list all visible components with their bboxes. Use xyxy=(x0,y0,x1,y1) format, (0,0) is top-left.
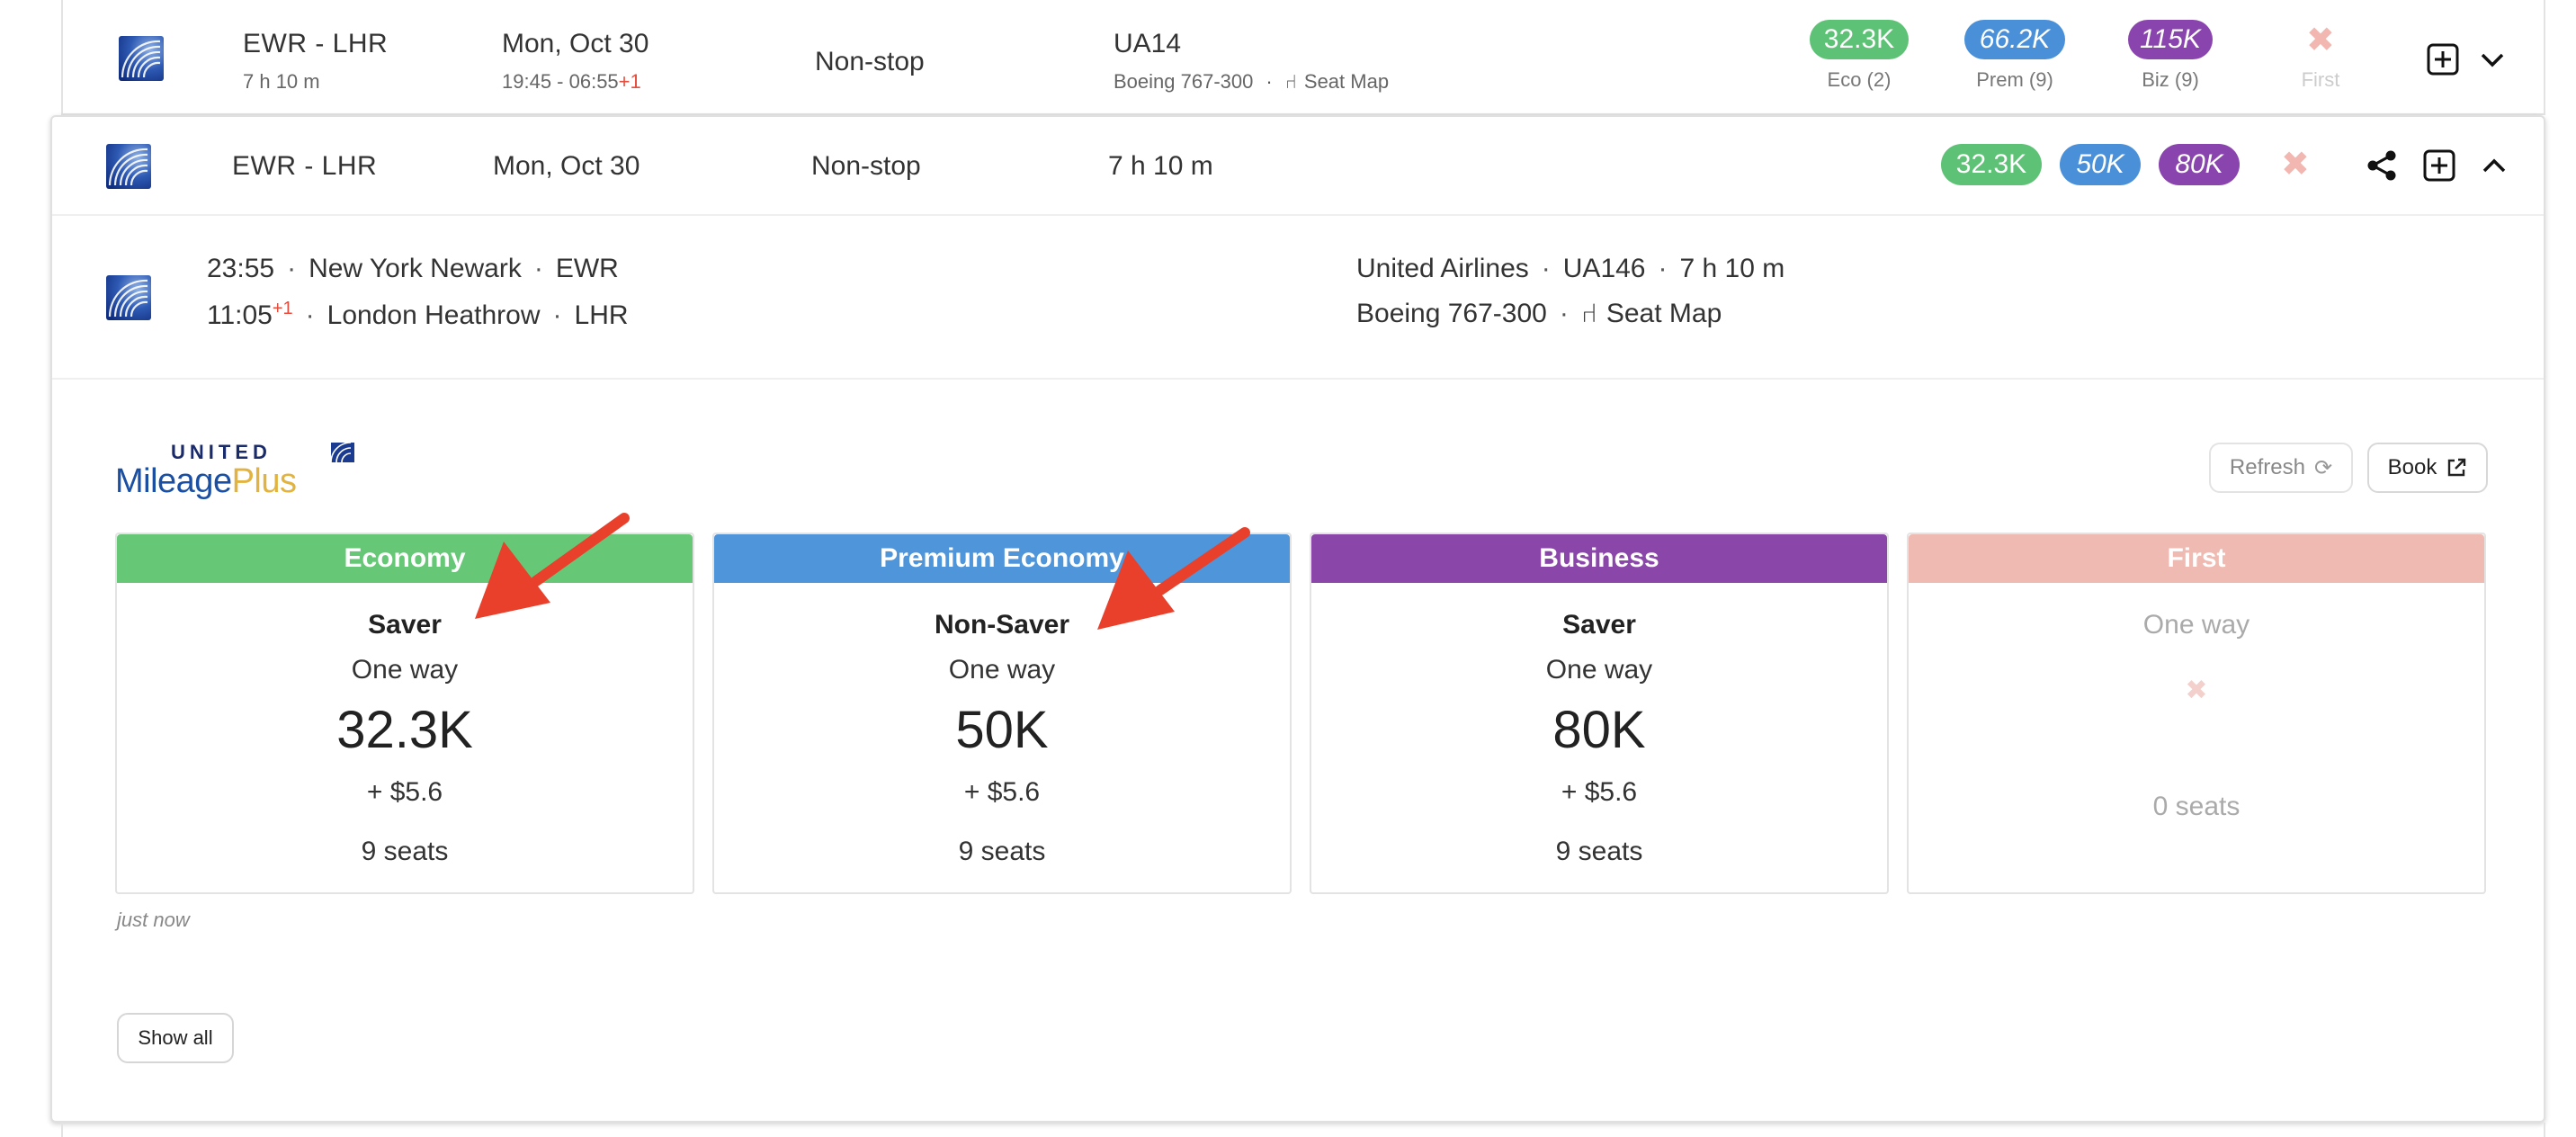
cabin-header: First xyxy=(1909,534,2484,583)
cabin-header: Economy xyxy=(117,534,693,583)
arrival-day-offset: +1 xyxy=(272,299,293,318)
fare-card-premium-economy[interactable]: Premium Economy Non-Saver One way 50K + … xyxy=(712,533,1292,894)
eco-caption: Eco (2) xyxy=(1827,68,1892,91)
tax-value: + $5.6 xyxy=(963,777,1041,807)
date-label: Mon, Oct 30 xyxy=(502,29,649,58)
prem-fare-pill[interactable]: 66.2K xyxy=(1964,20,2065,59)
seat-map-link[interactable]: Seat Map xyxy=(1304,70,1389,94)
seat-map-link[interactable]: Seat Map xyxy=(1606,299,1722,328)
airline-name: United Airlines xyxy=(1356,254,1529,283)
aircraft-line: Boeing 767-300 · ⑁ Seat Map xyxy=(1356,299,1722,328)
flight-segment: 23:55 · New York Newark · EWR 11:05+1 · London… xyxy=(52,216,2544,380)
first-caption: First xyxy=(2301,68,2340,91)
flight-row-ua14[interactable]: EWR - LHR 7 h 10 m Mon, Oct 30 19:45 - 0… xyxy=(61,0,2545,115)
miles-value: 80K xyxy=(1552,701,1646,759)
seats-available: 0 seats xyxy=(2152,792,2241,821)
miles-value: 32.3K xyxy=(336,701,473,759)
chevron-up-icon[interactable] xyxy=(2479,149,2509,182)
tax-value: + $5.6 xyxy=(1561,777,1638,807)
fare-type: Saver xyxy=(1562,610,1636,640)
trip-type: One way xyxy=(1545,655,1653,685)
biz-caption: Biz (9) xyxy=(2142,68,2199,91)
carrier-line: United Airlines · UA146 · 7 h 10 m xyxy=(1356,254,1785,283)
trip-type: One way xyxy=(2142,610,2250,640)
stops-label: Non-stop xyxy=(815,47,925,76)
united-wordmark: UNITED xyxy=(171,441,272,463)
flight-number: UA146 xyxy=(1562,254,1646,283)
flight-detail-card: EWR - LHR Mon, Oct 30 Non-stop 7 h 10 m … xyxy=(50,115,2545,1123)
departure-line: 23:55 · New York Newark · EWR xyxy=(207,254,619,283)
updated-timestamp: just now xyxy=(117,909,190,931)
prem-caption: Prem (9) xyxy=(1976,68,2053,91)
arrival-city: London Heathrow xyxy=(326,300,541,330)
arrival-code: LHR xyxy=(574,300,629,330)
show-all-button[interactable]: Show all xyxy=(117,1013,234,1063)
seat-icon: ⑁ xyxy=(1284,70,1297,93)
united-globe-icon xyxy=(330,442,354,463)
duration-label: 7 h 10 m xyxy=(243,70,320,93)
route-label: EWR - LHR xyxy=(232,151,378,181)
seat-icon: ⑁ xyxy=(1580,299,1597,328)
biz-fare-pill[interactable]: 80K xyxy=(2159,144,2240,185)
departure-time: 23:55 xyxy=(207,254,275,283)
miles-value: 50K xyxy=(955,701,1049,759)
chevron-down-icon[interactable] xyxy=(2477,43,2508,76)
segment-duration: 7 h 10 m xyxy=(1679,254,1785,283)
arrival-time: 11:05 xyxy=(207,300,273,330)
book-button[interactable]: Book xyxy=(2367,443,2488,493)
departure-city: New York Newark xyxy=(309,254,522,283)
aircraft-label: Boeing 767-300 xyxy=(1114,70,1254,93)
trip-type: One way xyxy=(351,655,459,685)
fare-card-economy[interactable]: Economy Saver One way 32.3K + $5.6 9 sea… xyxy=(115,533,694,894)
fare-type: Saver xyxy=(368,610,442,640)
cabin-header: Premium Economy xyxy=(714,534,1290,583)
brand-plus: Plus xyxy=(231,462,297,500)
aircraft-label: Boeing 767-300 xyxy=(1356,299,1547,328)
add-to-trip-icon[interactable] xyxy=(2425,41,2461,77)
times-label: 19:45 - 06:55+1 xyxy=(502,70,641,93)
biz-fare-pill[interactable]: 115K xyxy=(2128,20,2213,59)
external-link-icon xyxy=(2446,457,2467,479)
next-row-edge xyxy=(61,1123,2545,1137)
eco-fare-pill[interactable]: 32.3K xyxy=(1941,144,2042,185)
united-logo-icon xyxy=(106,275,151,320)
route-label: EWR - LHR xyxy=(243,29,389,58)
first-unavailable-icon: ✖ xyxy=(2306,22,2335,59)
arrival-line: 11:05+1 · London Heathrow · LHR xyxy=(207,299,629,330)
fare-card-first: First One way ✖ 0 seats xyxy=(1907,533,2486,894)
book-label: Book xyxy=(2387,455,2437,479)
prem-fare-pill[interactable]: 50K xyxy=(2060,144,2141,185)
tax-value: + $5.6 xyxy=(366,777,443,807)
stops-label: Non-stop xyxy=(811,151,921,181)
duration-label: 7 h 10 m xyxy=(1108,151,1213,181)
departure-code: EWR xyxy=(555,254,619,283)
fare-type: Non-Saver xyxy=(934,610,1070,640)
fare-card-business[interactable]: Business Saver One way 80K + $5.6 9 seat… xyxy=(1310,533,1889,894)
card-header[interactable]: EWR - LHR Mon, Oct 30 Non-stop 7 h 10 m … xyxy=(52,117,2544,216)
share-icon[interactable] xyxy=(2364,148,2400,184)
seats-available: 9 seats xyxy=(1555,837,1643,866)
date-label: Mon, Oct 30 xyxy=(493,151,640,181)
mileageplus-wordmark: MileagePlus xyxy=(115,462,297,501)
flight-number: UA14 xyxy=(1114,29,1182,58)
refresh-button[interactable]: Refresh ⟳ xyxy=(2209,443,2353,493)
refresh-icon: ⟳ xyxy=(2313,455,2333,480)
trip-type: One way xyxy=(948,655,1056,685)
seats-available: 9 seats xyxy=(958,837,1046,866)
refresh-label: Refresh xyxy=(2229,455,2305,479)
united-logo-icon xyxy=(106,144,151,189)
brand-mileage: Mileage xyxy=(115,462,232,500)
first-unavailable-icon: ✖ xyxy=(2281,146,2310,184)
unavailable-icon: ✖ xyxy=(2185,676,2208,705)
mileageplus-logo: UNITED MileagePlus xyxy=(115,441,367,513)
eco-fare-pill[interactable]: 32.3K xyxy=(1810,20,1909,59)
add-to-trip-icon[interactable] xyxy=(2421,148,2457,184)
seats-available: 9 seats xyxy=(361,837,449,866)
cabin-header: Business xyxy=(1311,534,1887,583)
aircraft-info: Boeing 767-300 · ⑁ Seat Map xyxy=(1114,70,1390,94)
united-logo-icon xyxy=(119,36,164,81)
day-offset: +1 xyxy=(618,70,641,93)
